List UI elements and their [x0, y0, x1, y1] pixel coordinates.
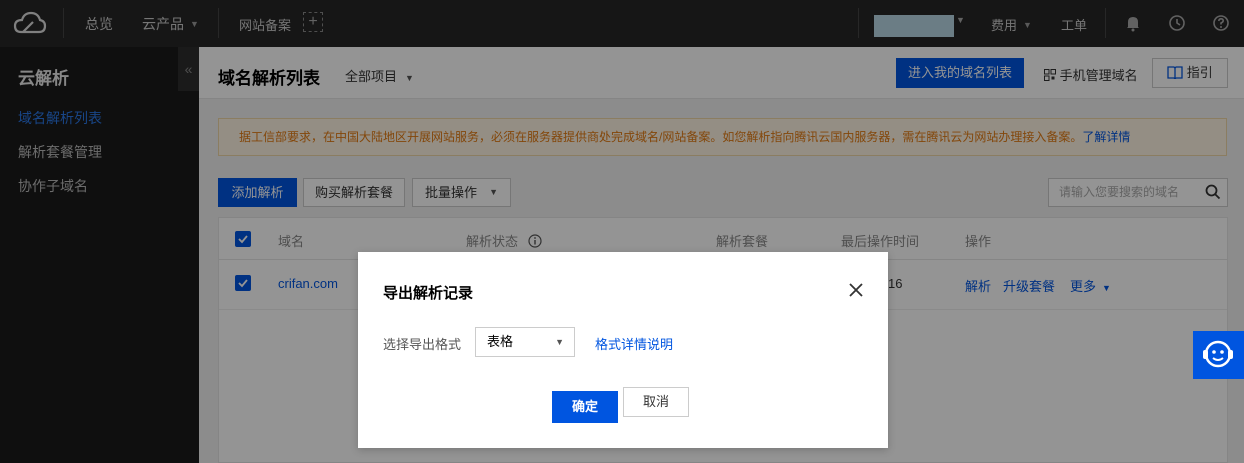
dialog-title: 导出解析记录: [383, 285, 474, 302]
close-icon[interactable]: [848, 282, 864, 298]
customer-service-button[interactable]: [1193, 331, 1244, 379]
support-agent-icon: [1203, 340, 1233, 368]
export-dialog: 导出解析记录 选择导出格式 表格 ▼ 格式详情说明 确定 取消: [358, 252, 888, 448]
caret-down-icon: ▼: [555, 337, 564, 347]
format-select[interactable]: 表格 ▼: [475, 327, 575, 357]
confirm-button[interactable]: 确定: [552, 391, 618, 423]
format-help-link[interactable]: 格式详情说明: [595, 334, 673, 353]
cancel-button[interactable]: 取消: [623, 387, 689, 417]
format-label: 选择导出格式: [383, 337, 462, 352]
format-value: 表格: [487, 334, 514, 349]
